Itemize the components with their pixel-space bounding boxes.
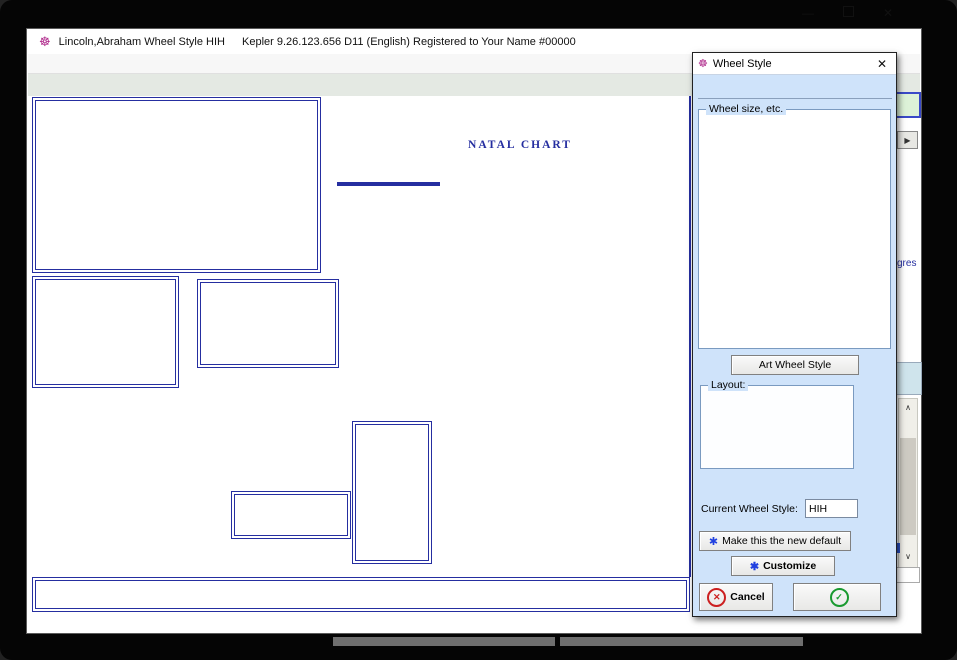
maximize-button[interactable] — [833, 6, 863, 20]
screenshot-frame: ☸ Lincoln,Abraham Wheel Style HIH Kepler… — [0, 0, 957, 660]
progressed-panel-fragment — [893, 92, 921, 118]
natal-wheel — [392, 169, 698, 475]
art-wheel-style-button[interactable]: Art Wheel Style — [731, 355, 859, 375]
taskbar-fragment — [560, 637, 803, 646]
layout-group: Layout: — [700, 385, 854, 469]
wheel-size-group: Wheel size, etc. — [698, 109, 891, 349]
side-panel-fragment — [895, 362, 922, 395]
dialog-wheel-icon: ☸ — [698, 57, 708, 70]
layout-legend: Layout: — [708, 379, 748, 391]
scroll-down-arrow[interactable]: ∨ — [899, 549, 917, 564]
dialog-close-icon[interactable]: ✕ — [877, 57, 896, 71]
essential-dignities-table — [32, 97, 321, 273]
degree-ruler — [424, 514, 696, 572]
cancel-button[interactable]: ✕ Cancel — [699, 583, 773, 611]
close-button[interactable]: ✕ — [873, 6, 903, 20]
chart-type-label: NATAL CHART — [420, 139, 620, 151]
almuten-table — [352, 421, 432, 564]
asterisk-icon: ✱ — [709, 535, 718, 548]
app-version-title: Kepler 9.26.123.656 D11 (English) Regist… — [242, 36, 576, 48]
aspect-grid — [32, 396, 247, 578]
wheel-style-dialog: ☸ Wheel Style ✕ Wheel size, etc. Art Whe… — [692, 52, 897, 617]
minimize-button[interactable]: — — [793, 6, 823, 20]
progressed-label-fragment: gres — [897, 258, 916, 269]
make-default-button[interactable]: ✱ Make this the new default — [699, 531, 851, 551]
side-input-fragment — [896, 567, 920, 583]
dialog-title: Wheel Style — [713, 58, 772, 70]
fixed-stars-table — [197, 279, 339, 368]
asterisk-icon: ✱ — [750, 560, 759, 573]
moon-aspects-box — [231, 491, 351, 539]
customize-button[interactable]: ✱ Customize — [731, 556, 835, 576]
dialog-title-bar: ☸ Wheel Style ✕ — [693, 53, 896, 75]
window-title: Lincoln,Abraham Wheel Style HIH — [59, 36, 225, 48]
expand-arrow-button[interactable]: ▶ — [897, 131, 918, 149]
taskbar-fragment — [333, 637, 555, 646]
ok-button[interactable]: ✓ — [793, 583, 881, 611]
ok-check-icon: ✓ — [830, 588, 849, 607]
scrollbar-thumb[interactable] — [900, 438, 916, 535]
page-right-border — [689, 96, 691, 577]
current-wheel-style-label: Current Wheel Style: — [701, 503, 798, 515]
tab-divider — [698, 98, 892, 99]
planetary-sect-table — [32, 276, 179, 388]
app-wheel-icon: ☸ — [39, 34, 51, 50]
company-footer — [32, 577, 690, 612]
scroll-up-arrow[interactable]: ∧ — [899, 400, 917, 415]
current-wheel-style-input[interactable] — [805, 499, 858, 518]
title-bar: ☸ Lincoln,Abraham Wheel Style HIH Kepler… — [27, 29, 921, 54]
cancel-x-icon: ✕ — [707, 588, 726, 607]
wheel-size-legend: Wheel size, etc. — [706, 103, 786, 115]
